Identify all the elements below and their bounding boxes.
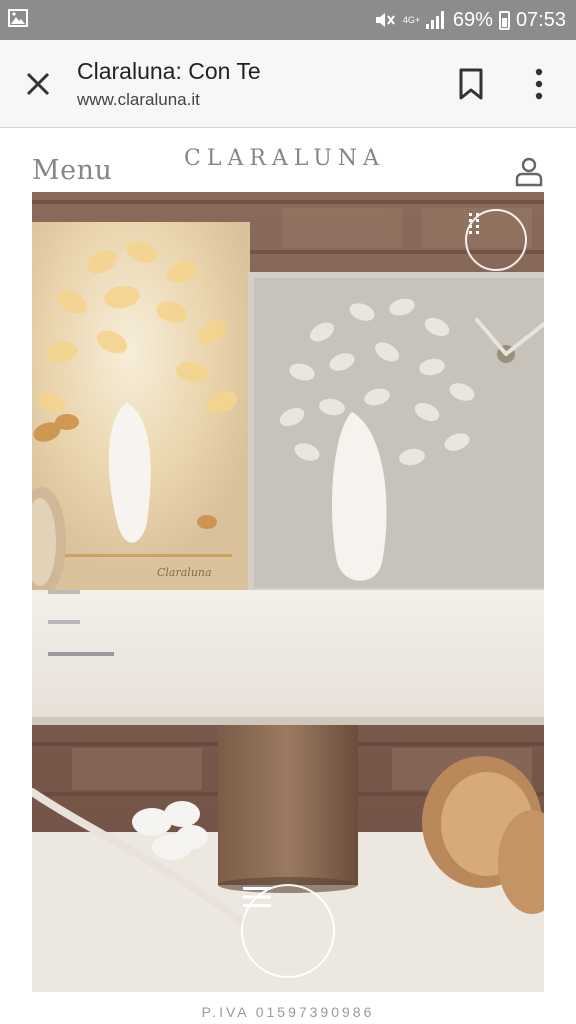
signal-icon [425,11,444,29]
clock: 07:53 [515,8,566,31]
close-icon[interactable] [18,64,58,104]
slider-dot[interactable] [48,590,80,594]
more-vert-icon[interactable] [524,66,554,102]
slider-dot-active[interactable] [48,652,114,656]
hamburger-icon [243,887,271,907]
signal-type: 4G+ [402,14,421,25]
browser-toolbar: Claraluna: Con Te www.claraluna.it [0,40,576,128]
menu-link[interactable]: Menu [32,155,112,186]
grid-icon [469,213,479,234]
slider-indicator [48,590,114,660]
status-bar: 4G+ 69% 07:53 [0,0,576,40]
brand-logo[interactable]: CLARALUNA [184,146,385,171]
hero-image[interactable]: Claraluna [32,192,544,992]
status-right: 4G+ 69% 07:53 [373,6,566,34]
slider-dot[interactable] [48,620,80,624]
battery-percent: 69% [452,8,493,31]
footer-vat-number: P.IVA 01597390986 [201,1004,375,1020]
gallery-icon [8,9,28,27]
site-header: Menu CLARALUNA [0,129,576,192]
bookmark-icon[interactable] [454,66,488,102]
page-title: Claraluna: Con Te [77,58,261,84]
user-icon[interactable] [514,155,544,187]
page-url: www.claraluna.it [77,90,200,109]
product-signature: Claraluna [157,566,212,579]
menu-fab[interactable] [241,884,335,978]
mute-icon [375,13,395,27]
grid-button[interactable] [465,209,527,271]
battery-icon [498,10,510,30]
